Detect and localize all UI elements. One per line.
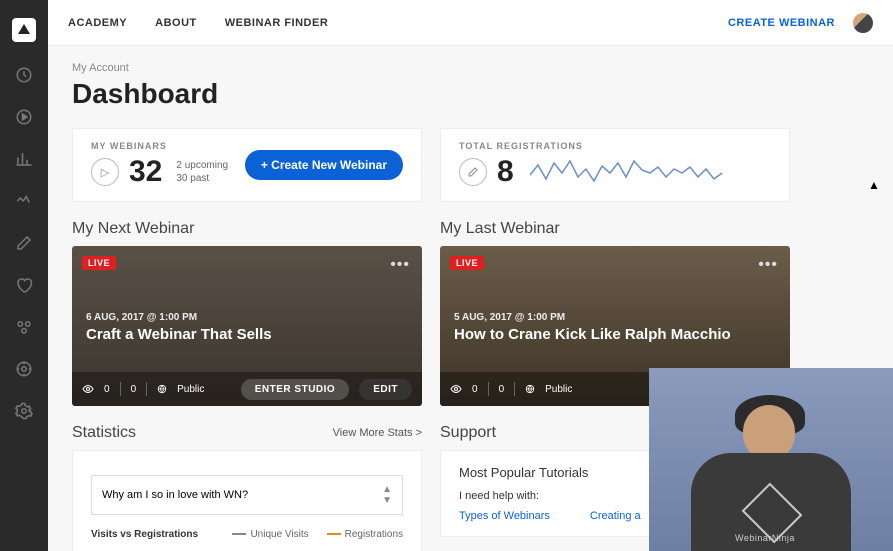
next-webinar-heading: My Next Webinar [72, 220, 422, 238]
nav-academy[interactable]: ACADEMY [68, 17, 127, 29]
globe-icon [157, 384, 167, 394]
settings-icon[interactable] [15, 402, 33, 420]
visibility-label: Public [177, 384, 204, 395]
select-arrows-icon: ▲▼ [382, 484, 392, 506]
page-title: Dashboard [72, 78, 869, 110]
heart-icon[interactable] [15, 276, 33, 294]
edit-button[interactable]: EDIT [359, 379, 412, 400]
engage-icon[interactable] [15, 192, 33, 210]
video-overlay[interactable]: WebinarNinja [649, 368, 893, 551]
create-webinar-link[interactable]: CREATE WEBINAR [728, 17, 835, 29]
live-badge: LIVE [82, 256, 116, 270]
help-icon[interactable] [15, 360, 33, 378]
breadcrumb: My Account [72, 62, 869, 74]
sparkline-chart [530, 157, 730, 187]
presenter-figure: WebinarNinja [691, 401, 851, 551]
sidebar [0, 0, 48, 551]
statistics-heading: Statistics [72, 424, 136, 442]
create-new-webinar-button[interactable]: + Create New Webinar [245, 150, 403, 180]
views-icon [82, 383, 94, 395]
views-count: 0 [104, 384, 110, 395]
total-regs-label: TOTAL REGISTRATIONS [459, 141, 730, 151]
shirt-brand-text: WebinarNinja [735, 533, 795, 543]
topnav: ACADEMY ABOUT WEBINAR FINDER CREATE WEBI… [48, 0, 893, 46]
edit-circle-icon [459, 158, 487, 186]
view-more-stats-link[interactable]: View More Stats > [333, 427, 422, 439]
views-icon [450, 383, 462, 395]
main: ACADEMY ABOUT WEBINAR FINDER CREATE WEBI… [48, 0, 893, 551]
next-webinar-date: 6 AUG, 2017 @ 1:00 PM [86, 312, 197, 323]
visibility-label: Public [545, 384, 572, 395]
regs-count: 0 [131, 384, 137, 395]
legend-registrations: Registrations [327, 529, 403, 540]
card-menu-icon[interactable]: ••• [758, 256, 778, 274]
legend-title: Visits vs Registrations [91, 529, 198, 540]
nav-about[interactable]: ABOUT [155, 17, 197, 29]
total-registrations-card: TOTAL REGISTRATIONS 8 [440, 128, 790, 202]
nav-webinar-finder[interactable]: WEBINAR FINDER [225, 17, 329, 29]
globe-icon [525, 384, 535, 394]
live-badge: LIVE [450, 256, 484, 270]
webinar-select[interactable]: Why am I so in love with WN? ▲▼ [91, 475, 403, 515]
support-link-types[interactable]: Types of Webinars [459, 510, 550, 522]
views-count: 0 [472, 384, 478, 395]
past-count: 30 past [176, 172, 228, 185]
play-circle-icon: ▷ [91, 158, 119, 186]
statistics-card: Why am I so in love with WN? ▲▼ Visits v… [72, 450, 422, 551]
dashboard-icon[interactable] [15, 66, 33, 84]
enter-studio-button[interactable]: ENTER STUDIO [241, 379, 349, 400]
avatar[interactable] [853, 13, 873, 33]
upcoming-count: 2 upcoming [176, 159, 228, 172]
my-webinars-label: MY WEBINARS [91, 141, 228, 151]
edit-icon[interactable] [15, 234, 33, 252]
support-link-creating[interactable]: Creating a [590, 510, 641, 522]
legend-unique-visits: Unique Visits [232, 529, 308, 540]
stats-icon[interactable] [15, 150, 33, 168]
integrations-icon[interactable] [15, 318, 33, 336]
logo-icon[interactable] [12, 18, 36, 42]
play-icon[interactable] [15, 108, 33, 126]
card-menu-icon[interactable]: ••• [390, 256, 410, 274]
next-webinar-title: Craft a Webinar That Sells [86, 326, 272, 343]
my-webinars-card: MY WEBINARS ▷ 32 2 upcoming 30 past + Cr… [72, 128, 422, 202]
regs-count: 0 [499, 384, 505, 395]
last-webinar-date: 5 AUG, 2017 @ 1:00 PM [454, 312, 565, 323]
last-webinar-title: How to Crane Kick Like Ralph Macchio [454, 326, 731, 343]
select-value: Why am I so in love with WN? [102, 489, 248, 501]
last-webinar-heading: My Last Webinar [440, 220, 790, 238]
next-webinar-card[interactable]: LIVE ••• 6 AUG, 2017 @ 1:00 PM Craft a W… [72, 246, 422, 406]
my-webinars-count: 32 [129, 155, 162, 189]
total-regs-count: 8 [497, 155, 514, 189]
